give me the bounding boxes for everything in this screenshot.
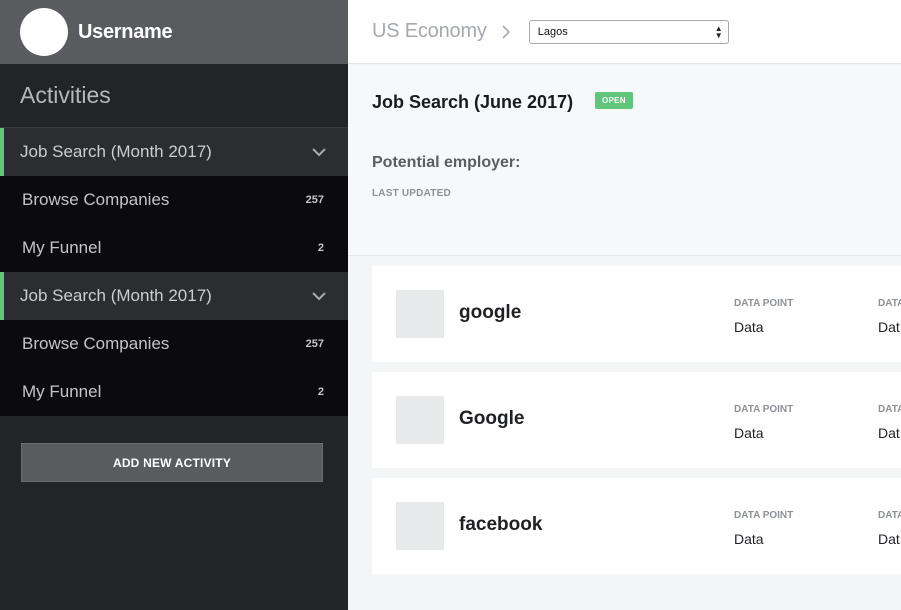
sidebar-item-count: 2 — [317, 242, 324, 254]
data-point-label: DATA POINT — [734, 404, 794, 415]
sidebar-item-my-funnel[interactable]: My Funnel 2 — [0, 368, 348, 416]
activity-group-label: Job Search (Month 2017) — [20, 286, 212, 305]
company-logo — [396, 502, 444, 550]
last-updated-label: LAST UPDATED — [372, 188, 451, 199]
company-card[interactable]: Google DATA POINT Data DATA Dat — [372, 372, 901, 468]
sidebar: Username Activities Job Search (Month 20… — [0, 0, 348, 610]
activity-detail-header: Job Search (June 2017) OPEN Potential em… — [348, 65, 901, 256]
data-point-value: Data — [734, 425, 764, 441]
sidebar-item-count: 257 — [305, 194, 324, 206]
sidebar-item-label: My Funnel — [22, 382, 102, 401]
location-select-value: Lagos — [537, 25, 568, 38]
data-point-label: DATA — [878, 298, 901, 309]
data-point-label: DATA POINT — [734, 298, 794, 309]
potential-employer-label: Potential employer: — [372, 154, 521, 171]
activity-group-header[interactable]: Job Search (Month 2017) — [0, 128, 348, 176]
chevron-down-icon[interactable] — [310, 287, 328, 305]
status-badge: OPEN — [595, 92, 633, 109]
breadcrumb[interactable]: US Economy — [372, 20, 487, 43]
select-arrows-icon: ▲ ▼ — [714, 23, 723, 40]
username[interactable]: Username — [78, 21, 173, 44]
company-name: facebook — [459, 514, 543, 535]
sidebar-item-browse-companies[interactable]: Browse Companies 257 — [0, 176, 348, 224]
activities-heading: Activities — [0, 64, 348, 128]
sidebar-item-count: 257 — [305, 338, 324, 350]
company-card[interactable]: facebook DATA POINT Data DATA Dat — [372, 478, 901, 574]
company-card[interactable]: google DATA POINT Data DATA Dat — [372, 266, 901, 362]
avatar[interactable] — [20, 8, 68, 56]
sidebar-item-my-funnel[interactable]: My Funnel 2 — [0, 224, 348, 272]
data-point-value: Data — [734, 531, 764, 547]
company-logo — [396, 396, 444, 444]
user-bar: Username — [0, 0, 348, 64]
sidebar-item-browse-companies[interactable]: Browse Companies 257 — [0, 320, 348, 368]
location-select[interactable]: Lagos ▲ ▼ — [528, 19, 729, 44]
sidebar-item-label: My Funnel — [22, 238, 102, 257]
chevron-right-icon — [502, 24, 510, 39]
data-point-label: DATA — [878, 510, 901, 521]
sidebar-item-label: Browse Companies — [22, 334, 170, 353]
activity-group-header[interactable]: Job Search (Month 2017) — [0, 272, 348, 320]
activity-group-label: Job Search (Month 2017) — [20, 142, 212, 161]
sidebar-item-count: 2 — [317, 386, 324, 398]
add-new-activity-button[interactable]: ADD NEW ACTIVITY — [21, 443, 323, 482]
chevron-down-icon[interactable] — [310, 143, 328, 161]
data-point-label: DATA — [878, 404, 901, 415]
data-point-value: Dat — [878, 425, 900, 441]
sidebar-item-label: Browse Companies — [22, 190, 170, 209]
data-point-label: DATA POINT — [734, 510, 794, 521]
company-name: Google — [459, 408, 525, 429]
company-logo — [396, 290, 444, 338]
page-title: Job Search (June 2017) — [372, 92, 574, 112]
data-point-value: Dat — [878, 531, 900, 547]
company-name: google — [459, 302, 522, 323]
data-point-value: Data — [734, 319, 764, 335]
data-point-value: Dat — [878, 319, 900, 335]
top-bar: US Economy Lagos ▲ ▼ — [348, 0, 901, 64]
